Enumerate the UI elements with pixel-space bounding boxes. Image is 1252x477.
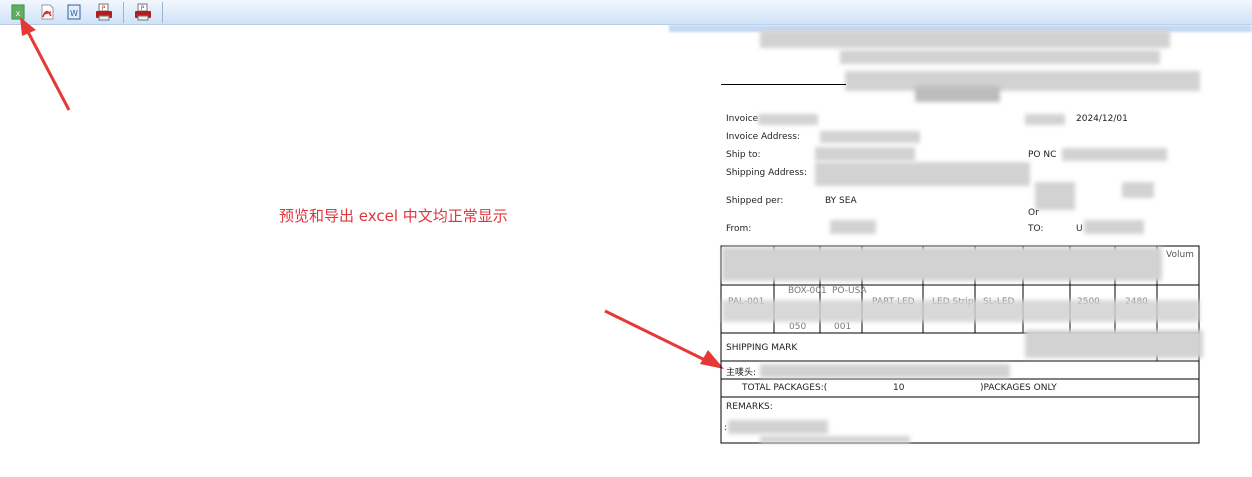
redacted-shipping-address bbox=[815, 162, 1030, 186]
redacted-from bbox=[830, 220, 876, 234]
shipping-mark-label: SHIPPING MARK bbox=[726, 343, 798, 353]
redacted-ship-to bbox=[815, 147, 915, 161]
main-mark-label: 主唛头: bbox=[726, 368, 757, 378]
invoice-label: Invoice bbox=[726, 114, 759, 124]
shipped-per-label: Shipped per: bbox=[726, 196, 784, 206]
shipping-address-label: Shipping Address: bbox=[726, 168, 807, 178]
header-rule bbox=[721, 84, 846, 85]
ship-to-label: Ship to: bbox=[726, 150, 761, 160]
redacted-contact-line bbox=[845, 71, 1200, 91]
to-value: U bbox=[1076, 224, 1083, 234]
redacted-remarks-2 bbox=[760, 436, 910, 443]
redacted-row-data-2 bbox=[1025, 330, 1203, 358]
volume-header: Volum bbox=[1166, 250, 1194, 260]
redacted-to bbox=[1084, 220, 1144, 234]
redacted-invoice-no bbox=[758, 114, 818, 125]
invoice-date: 2024/12/01 bbox=[1076, 114, 1128, 124]
redacted-address bbox=[840, 50, 1160, 64]
redacted-company-header bbox=[760, 30, 1170, 48]
row-cell: PO-USA bbox=[832, 286, 867, 296]
or-label: Or bbox=[1028, 208, 1039, 218]
to-label: TO: bbox=[1028, 224, 1044, 234]
from-label: From: bbox=[726, 224, 752, 234]
redacted-po-number bbox=[1062, 148, 1167, 161]
redacted-origin bbox=[1035, 182, 1075, 210]
packages-only-label: )PACKAGES ONLY bbox=[980, 383, 1057, 393]
redacted-remarks bbox=[728, 420, 828, 434]
row-cell: BOX-001 bbox=[788, 286, 827, 296]
redacted-row-data bbox=[722, 300, 1200, 322]
total-packages-value: 10 bbox=[893, 383, 905, 393]
redacted-table-headers bbox=[722, 247, 1162, 281]
shipped-per-value: BY SEA bbox=[825, 196, 857, 206]
row-cell: 050 bbox=[789, 322, 807, 332]
po-label: PO NC bbox=[1028, 150, 1057, 160]
invoice-address-label: Invoice Address: bbox=[726, 132, 800, 142]
redacted-title bbox=[915, 86, 1000, 102]
row-cell: 001 bbox=[834, 322, 852, 332]
remarks-colon: : bbox=[724, 423, 728, 433]
redacted-date-label bbox=[1025, 114, 1065, 125]
total-packages-label: TOTAL PACKAGES:( bbox=[742, 383, 828, 393]
remarks-label: REMARKS: bbox=[726, 402, 773, 412]
redacted-invoice-address bbox=[820, 131, 920, 143]
redacted-main-mark bbox=[760, 364, 1010, 378]
redacted-origin-2 bbox=[1122, 182, 1154, 198]
annotation-note: 预览和导出 excel 中文均正常显示 bbox=[279, 207, 508, 225]
